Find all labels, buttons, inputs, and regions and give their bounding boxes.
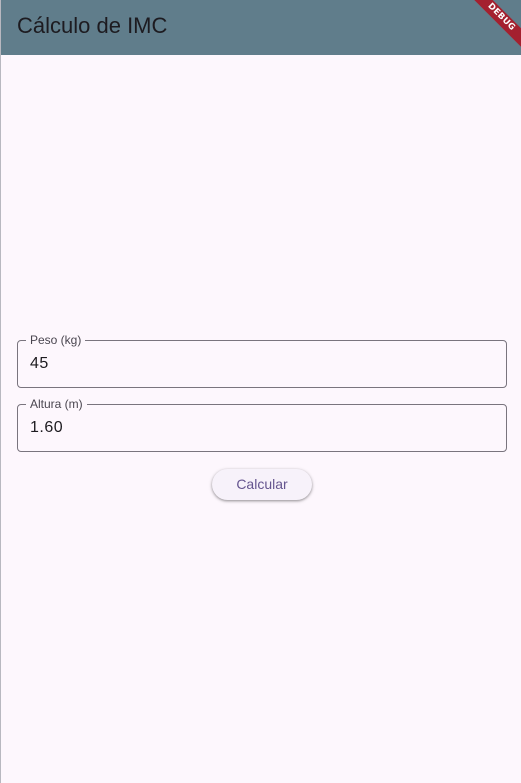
altura-value[interactable]: 1.60 (30, 419, 63, 437)
altura-field[interactable]: Altura (m) 1.60 (17, 397, 507, 452)
page-title: Cálculo de IMC (17, 13, 168, 38)
peso-label: Peso (kg) (26, 333, 86, 347)
debug-banner: DEBUG (462, 0, 521, 55)
peso-field[interactable]: Peso (kg) 45 (17, 333, 507, 388)
altura-label: Altura (m) (26, 397, 87, 411)
calcular-button[interactable]: Calcular (212, 469, 312, 500)
peso-value[interactable]: 45 (30, 355, 49, 373)
app-bar: Cálculo de IMC DEBUG (1, 0, 521, 55)
debug-label: DEBUG (465, 0, 521, 53)
